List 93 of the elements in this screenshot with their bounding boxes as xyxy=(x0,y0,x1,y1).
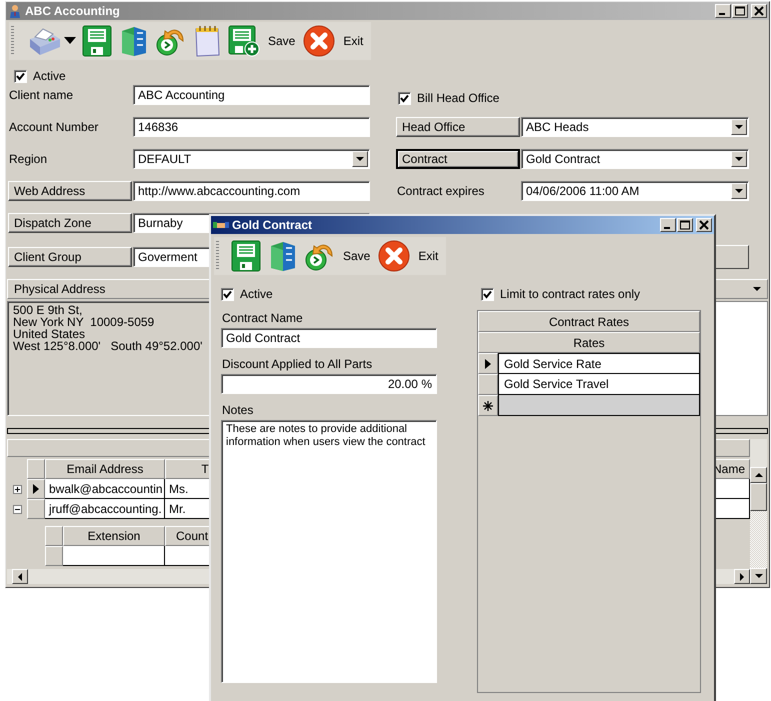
row-header[interactable] xyxy=(478,353,498,374)
label-button[interactable]: Contract xyxy=(396,149,520,169)
floppy-plus-icon[interactable] xyxy=(228,25,260,57)
column-header[interactable]: Rates xyxy=(478,332,700,353)
exit-button[interactable]: Exit xyxy=(416,249,440,263)
label-button[interactable]: Dispatch Zone xyxy=(8,213,132,233)
caret-icon[interactable] xyxy=(64,37,76,45)
label-button[interactable]: Head Office xyxy=(396,117,520,137)
scroll-right-button[interactable] xyxy=(734,569,750,584)
save-button[interactable]: Save xyxy=(266,34,298,48)
checkbox[interactable] xyxy=(398,92,411,104)
dropdown-field[interactable]: DEFAULT xyxy=(133,149,370,169)
close-icon xyxy=(698,220,710,230)
checkbox-label: Active xyxy=(33,69,66,83)
corner-header xyxy=(45,526,63,546)
field-label: Contract Name xyxy=(221,311,304,325)
new-row[interactable] xyxy=(498,395,700,416)
window-title: Gold Contract xyxy=(232,218,312,232)
scroll-down-button[interactable] xyxy=(750,568,767,584)
corner-header xyxy=(27,459,45,479)
close-icon xyxy=(753,6,765,16)
exit-icon[interactable] xyxy=(378,240,410,272)
checkbox[interactable] xyxy=(481,288,494,300)
left-arrow-icon xyxy=(18,572,22,580)
check-icon xyxy=(16,72,25,80)
checkbox-label: Active xyxy=(240,287,273,301)
field-label: Notes xyxy=(221,403,254,417)
person-icon xyxy=(8,4,22,18)
notes-field[interactable]: These are notes to provide additional information when users view the contract xyxy=(221,420,437,683)
row-header[interactable] xyxy=(27,479,45,499)
field-label: Client name xyxy=(8,88,74,102)
down-arrow-icon xyxy=(754,574,762,578)
current-row-icon xyxy=(33,484,39,494)
minimize-icon xyxy=(664,227,670,229)
caret-icon xyxy=(735,157,743,161)
check-icon xyxy=(400,94,409,102)
caret-icon xyxy=(356,157,364,161)
table-cell: Gold Service Travel xyxy=(498,374,700,395)
expand-icon[interactable] xyxy=(12,484,22,494)
dropdown-button[interactable] xyxy=(352,151,368,167)
section-title: Physical Address xyxy=(14,282,106,296)
close-button[interactable] xyxy=(696,218,712,232)
caret-icon xyxy=(735,189,743,193)
asterisk-icon xyxy=(483,400,493,410)
checkbox-label: Bill Head Office xyxy=(417,91,500,105)
scroll-thumb[interactable] xyxy=(750,483,767,511)
checkbox-label: Limit to contract rates only xyxy=(500,287,640,301)
maximize-icon xyxy=(734,6,746,16)
checkbox[interactable] xyxy=(14,70,27,82)
scroll-up-button[interactable] xyxy=(750,467,767,483)
number-field[interactable]: 20.00 % xyxy=(221,374,437,394)
maximize-button[interactable] xyxy=(677,218,693,232)
column-header[interactable]: Extension xyxy=(63,526,165,546)
row-header[interactable] xyxy=(478,395,498,416)
vertical-scrollbar[interactable] xyxy=(750,439,767,584)
table-cell: Gold Service Rate xyxy=(498,353,700,374)
text-field[interactable]: http://www.abcaccounting.com xyxy=(133,181,370,201)
minimize-icon xyxy=(719,13,725,15)
grid-caption: Contract Rates xyxy=(478,311,700,332)
up-arrow-icon xyxy=(754,473,762,477)
exit-icon[interactable] xyxy=(303,25,336,57)
column-header[interactable]: Email Address xyxy=(45,459,165,479)
text-field[interactable]: ABC Accounting xyxy=(133,85,370,105)
dropdown-field[interactable]: 04/06/2006 11:00 AM xyxy=(521,181,749,201)
field-label: Region xyxy=(8,152,48,166)
label-button[interactable]: Web Address xyxy=(8,181,132,201)
table-cell: jruff@abcaccounting. xyxy=(45,499,165,519)
text-field[interactable]: 146836 xyxy=(133,117,370,137)
collapse-icon[interactable] xyxy=(12,504,22,514)
maximize-icon xyxy=(679,220,691,230)
right-arrow-icon xyxy=(740,572,744,580)
window-title: ABC Accounting xyxy=(25,4,120,18)
minimize-button[interactable] xyxy=(660,218,676,232)
dropdown-button[interactable] xyxy=(731,119,747,135)
dropdown-field[interactable]: Gold Contract xyxy=(521,149,749,169)
caret-icon xyxy=(735,125,743,129)
save-button[interactable]: Save xyxy=(341,249,372,263)
check-icon xyxy=(483,290,492,298)
label-button[interactable]: Client Group xyxy=(8,247,132,267)
dropdown-field[interactable]: ABC Heads xyxy=(521,117,749,137)
field-label: Account Number xyxy=(8,120,100,134)
caret-icon[interactable] xyxy=(753,287,761,291)
checkbox[interactable] xyxy=(221,288,234,300)
current-row-icon xyxy=(485,358,491,368)
dropdown-button[interactable] xyxy=(731,183,747,199)
field-label: Discount Applied to All Parts xyxy=(221,357,374,371)
field-label: Contract expires xyxy=(396,184,486,198)
table-cell: bwalk@abcaccountin xyxy=(45,479,165,499)
text-field[interactable]: Gold Contract xyxy=(221,328,437,348)
scroll-left-button[interactable] xyxy=(12,569,28,584)
dropdown-button[interactable] xyxy=(731,151,747,167)
exit-button[interactable]: Exit xyxy=(341,34,366,48)
check-icon xyxy=(223,290,232,298)
